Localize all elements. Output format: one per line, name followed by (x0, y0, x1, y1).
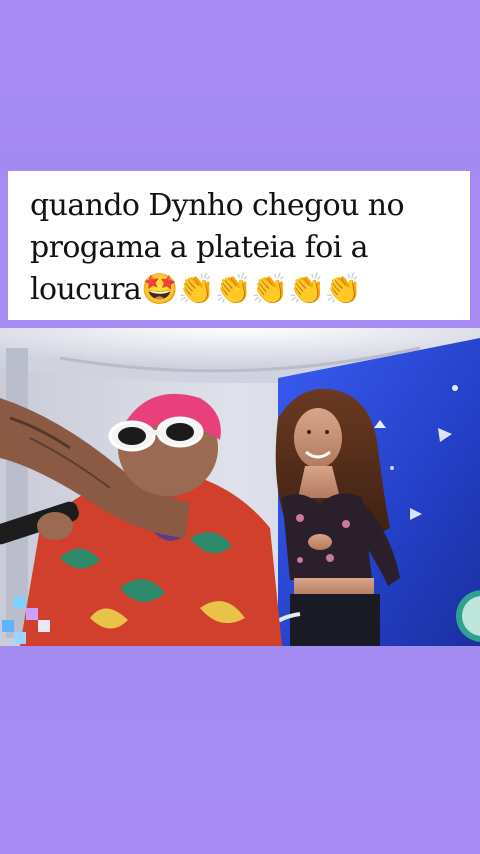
video-scene-image (0, 328, 480, 646)
bottom-background (0, 646, 480, 854)
video-frame[interactable] (0, 328, 480, 646)
caption-text: quando Dynho chegou no progama a plateia… (30, 188, 405, 307)
caption-box: quando Dynho chegou no progama a plateia… (8, 171, 470, 320)
top-background (0, 0, 480, 170)
